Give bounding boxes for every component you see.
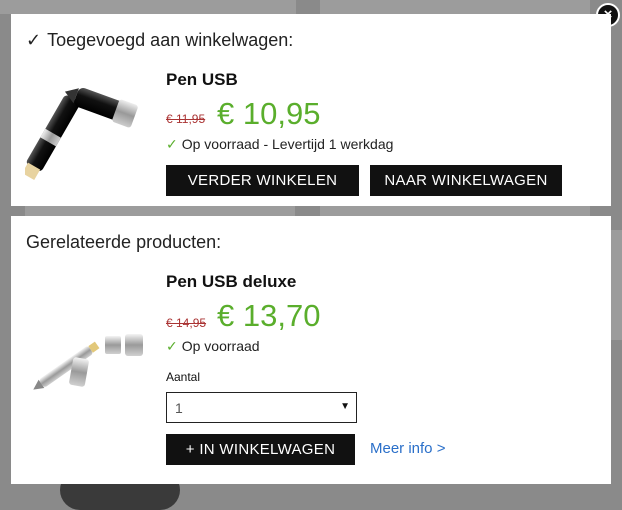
quantity-value: 1 <box>175 400 183 416</box>
pen-usb-deluxe-image <box>33 334 143 390</box>
more-info-link[interactable]: Meer info > <box>370 440 445 457</box>
chevron-down-icon: ▼ <box>340 401 350 412</box>
background-card <box>0 0 296 14</box>
related-stock-status: ✓ Op voorraad <box>166 338 260 355</box>
background-card <box>25 206 295 216</box>
added-heading-text: Toegevoegd aan winkelwagen: <box>47 30 294 50</box>
related-old-price: € 14,95 <box>166 316 207 330</box>
background-card <box>320 206 590 216</box>
related-heading: Gerelateerde producten: <box>26 232 222 252</box>
old-price: € 11,95 <box>166 112 206 126</box>
stock-text: Op voorraad - Levertijd 1 werkdag <box>181 136 394 152</box>
go-to-cart-button[interactable]: NAAR WINKELWAGEN <box>370 165 562 196</box>
continue-shopping-button[interactable]: VERDER WINKELEN <box>166 165 359 196</box>
related-products-panel: Gerelateerde producten: Pen USB deluxe €… <box>11 216 611 484</box>
new-price: € 10,95 <box>217 96 321 131</box>
pen-usb-image <box>25 88 138 181</box>
background-card <box>320 0 590 14</box>
quantity-select[interactable]: 1 ▼ <box>166 392 357 423</box>
background-card <box>611 230 622 340</box>
product-title[interactable]: Pen USB <box>166 70 238 90</box>
quantity-label: Aantal <box>166 370 201 384</box>
related-product-title[interactable]: Pen USB deluxe <box>166 272 296 292</box>
stock-check-icon: ✓ <box>166 136 178 152</box>
check-icon: ✓ <box>26 30 42 50</box>
stock-check-icon: ✓ <box>166 338 178 354</box>
add-to-cart-button[interactable]: + IN WINKELWAGEN <box>166 434 355 465</box>
stock-text: Op voorraad <box>181 338 260 354</box>
added-heading: ✓ Toegevoegd aan winkelwagen: <box>26 30 293 51</box>
related-new-price: € 13,70 <box>217 298 321 333</box>
added-to-cart-panel: ✓ Toegevoegd aan winkelwagen: Pen USB € 1… <box>11 14 611 206</box>
stock-status: ✓ Op voorraad - Levertijd 1 werkdag <box>166 136 393 153</box>
